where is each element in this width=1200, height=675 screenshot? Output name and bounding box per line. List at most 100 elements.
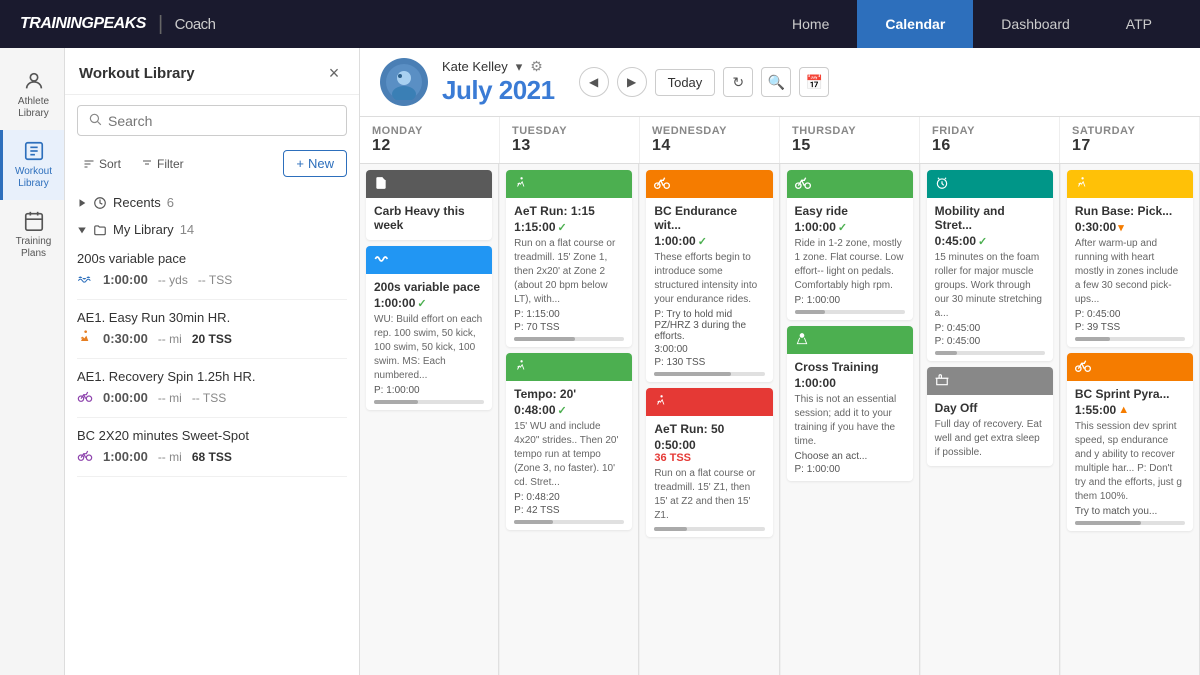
card-stats-choose: Choose an act... xyxy=(795,451,905,462)
aet-run-card[interactable]: AeT Run: 1:15 1:15:00 ✓ Run on a flat co… xyxy=(506,170,632,347)
item-duration: 1:00:00 xyxy=(103,272,148,287)
calendar-day-headers: MONDAY 12 TUESDAY 13 WEDNESDAY 14 THURSD… xyxy=(360,117,1200,164)
athlete-avatar xyxy=(380,58,428,106)
check-icon: ✓ xyxy=(558,404,567,417)
tss-bar-wrap xyxy=(514,337,624,341)
saturday-column: Run Base: Pick... 0:30:00 ▾ After warm-u… xyxy=(1061,164,1200,675)
calendar-view-button[interactable]: 📅 xyxy=(799,67,829,97)
card-desc: Run on a flat course or treadmill. 15' Z… xyxy=(514,237,624,307)
card-header xyxy=(646,388,772,416)
close-button[interactable]: × xyxy=(323,62,345,84)
refresh-button[interactable]: ↻ xyxy=(723,67,753,97)
recents-section[interactable]: Recents 6 xyxy=(77,187,347,214)
nav-calendar[interactable]: Calendar xyxy=(857,0,973,48)
main-layout: AthleteLibrary WorkoutLibrary TrainingPl… xyxy=(0,48,1200,675)
cross-training-card[interactable]: Cross Training 1:00:00 This is not an es… xyxy=(787,326,913,481)
card-header xyxy=(787,170,913,198)
brand-logo: TRAININGPEAKS | Coach xyxy=(20,13,216,36)
search-calendar-button[interactable]: 🔍 xyxy=(761,67,791,97)
tempo-card[interactable]: Tempo: 20' 0:48:00 ✓ 15' WU and include … xyxy=(506,353,632,530)
run-icon xyxy=(1075,176,1089,193)
search-input[interactable] xyxy=(108,113,336,129)
day-num-tuesday: 13 xyxy=(512,137,627,155)
sidebar-item-athlete-library[interactable]: AthleteLibrary xyxy=(0,60,64,130)
athlete-name-row: Kate Kelley ▾ ⚙ xyxy=(442,58,555,75)
next-month-button[interactable]: ▶ xyxy=(617,67,647,97)
list-item[interactable]: AE1. Easy Run 30min HR. 0:30:00 -- mi 20… xyxy=(77,300,347,359)
item-distance: -- mi xyxy=(158,332,182,346)
card-body: AeT Run: 50 0:50:00 36 TSS Run on a flat… xyxy=(646,416,772,537)
sidebar-item-training-plans[interactable]: TrainingPlans xyxy=(0,200,64,270)
nav-links: Home Calendar Dashboard ATP xyxy=(764,0,1180,48)
card-duration: 1:55:00 ▲ xyxy=(1075,403,1185,417)
card-title: 200s variable pace xyxy=(374,280,484,294)
card-title: Easy ride xyxy=(795,204,905,218)
panel-header: Workout Library × xyxy=(65,48,359,95)
item-tss: -- TSS xyxy=(192,391,226,405)
bike-icon xyxy=(795,176,811,193)
item-name: AE1. Recovery Spin 1.25h HR. xyxy=(77,369,347,384)
card-stats-tss: P: 42 TSS xyxy=(514,505,624,516)
athlete-library-label: AthleteLibrary xyxy=(18,96,49,120)
run-base-card[interactable]: Run Base: Pick... 0:30:00 ▾ After warm-u… xyxy=(1067,170,1193,347)
bc-endurance-card[interactable]: BC Endurance wit... 1:00:00 ✓ These effo… xyxy=(646,170,772,382)
brand-divider: | xyxy=(158,13,163,36)
day-header-monday: MONDAY 12 xyxy=(360,117,500,163)
athlete-settings-button[interactable]: ⚙ xyxy=(530,58,543,75)
bc-sprint-card[interactable]: BC Sprint Pyra... 1:55:00 ▲ This session… xyxy=(1067,353,1193,531)
card-desc: This is not an essential session; add it… xyxy=(795,393,905,449)
new-button[interactable]: + New xyxy=(283,150,347,177)
card-header xyxy=(1067,353,1193,381)
training-plans-label: TrainingPlans xyxy=(16,236,52,260)
filter-icon xyxy=(141,158,153,170)
athlete-dropdown-button[interactable]: ▾ xyxy=(516,59,523,75)
item-distance: -- yds xyxy=(158,273,188,287)
prev-month-button[interactable]: ◀ xyxy=(579,67,609,97)
day-num-thursday: 15 xyxy=(792,137,907,155)
filter-button[interactable]: Filter xyxy=(135,153,190,175)
my-library-section[interactable]: My Library 14 xyxy=(77,214,347,241)
day-label-saturday: SATURDAY xyxy=(1072,125,1135,137)
carb-heavy-card[interactable]: Carb Heavy this week xyxy=(366,170,492,240)
athlete-info: Kate Kelley ▾ ⚙ July 2021 xyxy=(442,58,555,106)
nav-home[interactable]: Home xyxy=(764,0,857,48)
tss-bar xyxy=(1075,521,1141,525)
card-header xyxy=(366,246,492,274)
card-header xyxy=(506,170,632,198)
check-icon: ✓ xyxy=(838,221,847,234)
new-icon: + xyxy=(296,156,304,171)
card-duration: 0:50:00 xyxy=(654,438,764,452)
list-item[interactable]: AE1. Recovery Spin 1.25h HR. 0:00:00 -- … xyxy=(77,359,347,418)
nav-atp[interactable]: ATP xyxy=(1098,0,1180,48)
today-button[interactable]: Today xyxy=(655,69,716,96)
sidebar-item-workout-library[interactable]: WorkoutLibrary xyxy=(0,130,64,200)
nav-dashboard[interactable]: Dashboard xyxy=(973,0,1098,48)
aet-run-50-card[interactable]: AeT Run: 50 0:50:00 36 TSS Run on a flat… xyxy=(646,388,772,537)
easy-ride-card[interactable]: Easy ride 1:00:00 ✓ Ride in 1-2 zone, mo… xyxy=(787,170,913,320)
card-stats: P: 1:00:00 xyxy=(795,295,905,306)
card-header xyxy=(787,326,913,354)
mobility-card[interactable]: Mobility and Stret... 0:45:00 ✓ 15 minut… xyxy=(927,170,1053,361)
tss-bar-wrap xyxy=(654,372,764,376)
list-item[interactable]: BC 2X20 minutes Sweet-Spot 1:00:00 -- mi… xyxy=(77,418,347,477)
card-tss-badge: 36 TSS xyxy=(654,452,764,464)
tss-bar-wrap xyxy=(514,520,624,524)
card-stats-dur: 3:00:00 xyxy=(654,344,764,355)
day-off-card[interactable]: Day Off Full day of recovery. Eat well a… xyxy=(927,367,1053,466)
card-body: BC Endurance wit... 1:00:00 ✓ These effo… xyxy=(646,198,772,382)
workout-icon xyxy=(23,140,45,162)
list-item[interactable]: 200s variable pace 1:00:00 -- yds -- TSS xyxy=(77,241,347,300)
search-bar[interactable] xyxy=(77,105,347,136)
check-icon: ✓ xyxy=(558,221,567,234)
card-body: AeT Run: 1:15 1:15:00 ✓ Run on a flat co… xyxy=(506,198,632,347)
athlete-icon xyxy=(23,70,45,92)
run-icon xyxy=(77,329,93,348)
sort-button[interactable]: Sort xyxy=(77,153,127,175)
200s-card[interactable]: 200s variable pace 1:00:00 ✓ WU: Build e… xyxy=(366,246,492,410)
card-stats: P: 0:48:20 xyxy=(514,492,624,503)
card-body: Run Base: Pick... 0:30:00 ▾ After warm-u… xyxy=(1067,198,1193,347)
top-nav: TRAININGPEAKS | Coach Home Calendar Dash… xyxy=(0,0,1200,48)
check-icon: ✓ xyxy=(417,297,426,310)
day-label-monday: MONDAY xyxy=(372,125,423,137)
item-tss: 68 TSS xyxy=(192,450,232,464)
